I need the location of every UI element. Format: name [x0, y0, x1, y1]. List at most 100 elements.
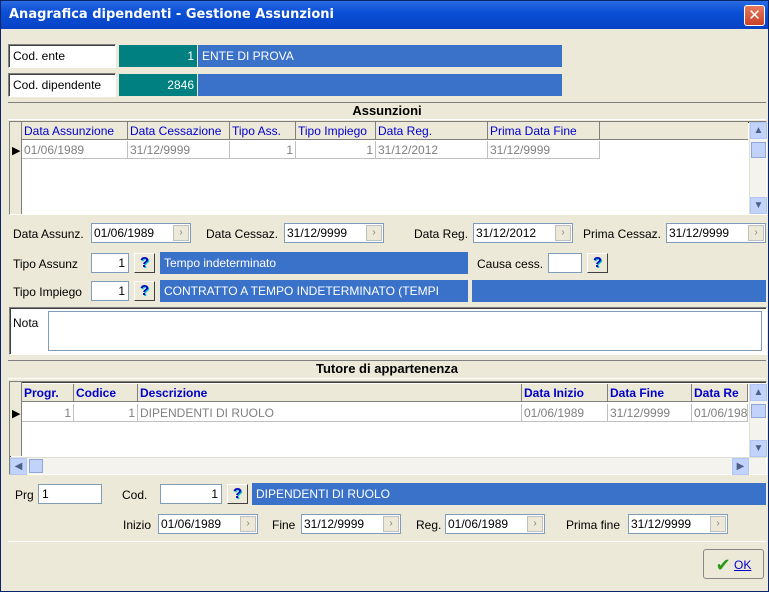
col-data-assunzione[interactable]: Data Assunzione [22, 122, 128, 140]
prima-fine-field[interactable]: 31/12/9999 › [628, 514, 728, 534]
reg-label: Reg. [416, 518, 442, 532]
tipo-assunz-code-field[interactable]: 1 [91, 253, 129, 273]
tutore-scroll-thumb[interactable] [751, 404, 766, 418]
nota-box: Nota [9, 307, 767, 355]
tutore-vertical-scrollbar[interactable]: ▲ ▼ [749, 384, 767, 457]
col-data-cessazione[interactable]: Data Cessazione [128, 122, 230, 140]
col-codice[interactable]: Codice [74, 384, 138, 402]
cell-data-cessazione[interactable]: 31/12/9999 [128, 141, 230, 159]
tipo-impiego-label: Tipo Impiego [13, 285, 82, 299]
current-row-pointer-icon: ▶ [12, 145, 21, 157]
prg-field[interactable]: 1 [38, 484, 102, 504]
checkmark-icon: ✔ [715, 554, 731, 575]
tipo-impiego-extra-description [472, 280, 766, 302]
tutore-horizontal-scrollbar[interactable]: ◀ ▶ [10, 457, 766, 475]
tipo-assunz-label: Tipo Assunz [13, 257, 78, 271]
cod-lookup-button[interactable]: ? [227, 484, 248, 504]
causa-cess-field[interactable] [548, 253, 582, 273]
inizio-field[interactable]: 01/06/1989 › [158, 514, 258, 534]
col-data-reg[interactable]: Data Reg. [376, 122, 488, 140]
data-reg-picker-icon[interactable]: › [555, 225, 571, 241]
inizio-value: 01/06/1989 [161, 517, 222, 531]
causa-cess-lookup-button[interactable]: ? [587, 253, 608, 273]
cell-data-re[interactable]: 01/06/198 [692, 404, 748, 422]
cod-label: Cod. [122, 488, 148, 502]
cell-data-assunzione[interactable]: 01/06/1989 [22, 141, 128, 159]
cell-descrizione[interactable]: DIPENDENTI DI RUOLO [138, 404, 522, 422]
col-tipo-ass[interactable]: Tipo Ass. [230, 122, 296, 140]
scroll-up-icon[interactable]: ▲ [750, 122, 767, 139]
row-indicator-column [10, 122, 22, 214]
inizio-picker-icon[interactable]: › [240, 516, 256, 532]
footer-divider [8, 541, 766, 542]
cell-data-inizio[interactable]: 01/06/1989 [522, 404, 608, 422]
prima-cessaz-label: Prima Cessaz. [583, 227, 662, 241]
prima-fine-label: Prima fine [566, 518, 621, 532]
cod-ente-field[interactable]: 1 [119, 45, 197, 67]
horizontal-scroll-thumb[interactable] [29, 459, 43, 473]
inizio-label: Inizio [123, 518, 152, 532]
scroll-down-icon[interactable]: ▼ [750, 197, 767, 214]
ok-button[interactable]: ✔ OK [703, 549, 764, 579]
reg-picker-icon[interactable]: › [527, 516, 543, 532]
cell-codice[interactable]: 1 [74, 404, 138, 422]
col-data-re[interactable]: Data Re [692, 384, 748, 402]
tipo-impiego-lookup-button[interactable]: ? [134, 281, 155, 301]
cod-dipendente-label: Cod. dipendente [13, 78, 102, 92]
cell-tipo-impiego[interactable]: 1 [296, 141, 376, 159]
col-data-fine[interactable]: Data Fine [608, 384, 692, 402]
fine-label: Fine [272, 518, 296, 532]
fine-picker-icon[interactable]: › [383, 516, 399, 532]
col-descrizione[interactable]: Descrizione [138, 384, 522, 402]
prima-cessaz-field[interactable]: 31/12/9999 › [666, 223, 766, 243]
assunzioni-grid-header: Data Assunzione Data Cessazione Tipo Ass… [22, 122, 748, 140]
scroll-thumb[interactable] [751, 142, 766, 158]
tutore-current-row-pointer-icon: ▶ [12, 408, 21, 420]
dipendente-name-field [198, 74, 562, 96]
data-assunz-picker-icon[interactable]: › [173, 225, 189, 241]
reg-field[interactable]: 01/06/1989 › [445, 514, 545, 534]
title-bar[interactable]: Anagrafica dipendenti - Gestione Assunzi… [1, 1, 768, 29]
assunzioni-section-title: Assunzioni [8, 102, 766, 120]
nota-label: Nota [13, 316, 39, 330]
prima-fine-picker-icon[interactable]: › [710, 516, 726, 532]
data-cessaz-value: 31/12/9999 [287, 226, 348, 240]
col-prima-data-fine[interactable]: Prima Data Fine [488, 122, 600, 140]
data-assunz-value: 01/06/1989 [94, 226, 155, 240]
ok-label: OK [734, 557, 752, 572]
prg-label: Prg [15, 488, 34, 502]
col-tipo-impiego[interactable]: Tipo Impiego [296, 122, 376, 140]
tutore-scroll-up-icon[interactable]: ▲ [750, 384, 767, 401]
data-reg-value: 31/12/2012 [476, 226, 537, 240]
tipo-assunz-description: Tempo indeterminato [160, 252, 468, 274]
tipo-impiego-code-field[interactable]: 1 [91, 281, 129, 301]
data-reg-field[interactable]: 31/12/2012 › [473, 223, 573, 243]
cell-data-fine[interactable]: 31/12/9999 [608, 404, 692, 422]
assunzioni-vertical-scrollbar[interactable]: ▲ ▼ [749, 122, 767, 214]
prima-cessaz-value: 31/12/9999 [669, 226, 730, 240]
prima-cessaz-picker-icon[interactable]: › [748, 225, 764, 241]
prima-fine-value: 31/12/9999 [631, 517, 692, 531]
data-cessaz-field[interactable]: 31/12/9999 › [284, 223, 384, 243]
tutore-grid: Progr. Codice Descrizione Data Inizio Da… [9, 381, 767, 475]
cod-description: DIPENDENTI DI RUOLO [252, 483, 766, 505]
tutore-scroll-down-icon[interactable]: ▼ [750, 440, 767, 457]
scroll-right-icon[interactable]: ▶ [732, 458, 749, 475]
cell-prima-data-fine[interactable]: 31/12/9999 [488, 141, 600, 159]
cell-data-reg[interactable]: 31/12/2012 [376, 141, 488, 159]
cell-progr[interactable]: 1 [22, 404, 74, 422]
col-progr[interactable]: Progr. [22, 384, 74, 402]
data-cessaz-picker-icon[interactable]: › [366, 225, 382, 241]
fine-field[interactable]: 31/12/9999 › [301, 514, 401, 534]
close-button[interactable]: ✕ [744, 5, 765, 26]
data-assunz-field[interactable]: 01/06/1989 › [91, 223, 191, 243]
cod-dipendente-field[interactable]: 2846 [119, 74, 197, 96]
nota-textarea[interactable] [48, 311, 762, 351]
tipo-assunz-lookup-button[interactable]: ? [134, 253, 155, 273]
cell-tipo-ass[interactable]: 1 [230, 141, 296, 159]
scroll-left-icon[interactable]: ◀ [10, 458, 27, 475]
causa-cess-label: Causa cess. [477, 257, 544, 271]
col-data-inizio[interactable]: Data Inizio [522, 384, 608, 402]
cod-field[interactable]: 1 [160, 484, 222, 504]
tutore-grid-header: Progr. Codice Descrizione Data Inizio Da… [22, 384, 748, 402]
